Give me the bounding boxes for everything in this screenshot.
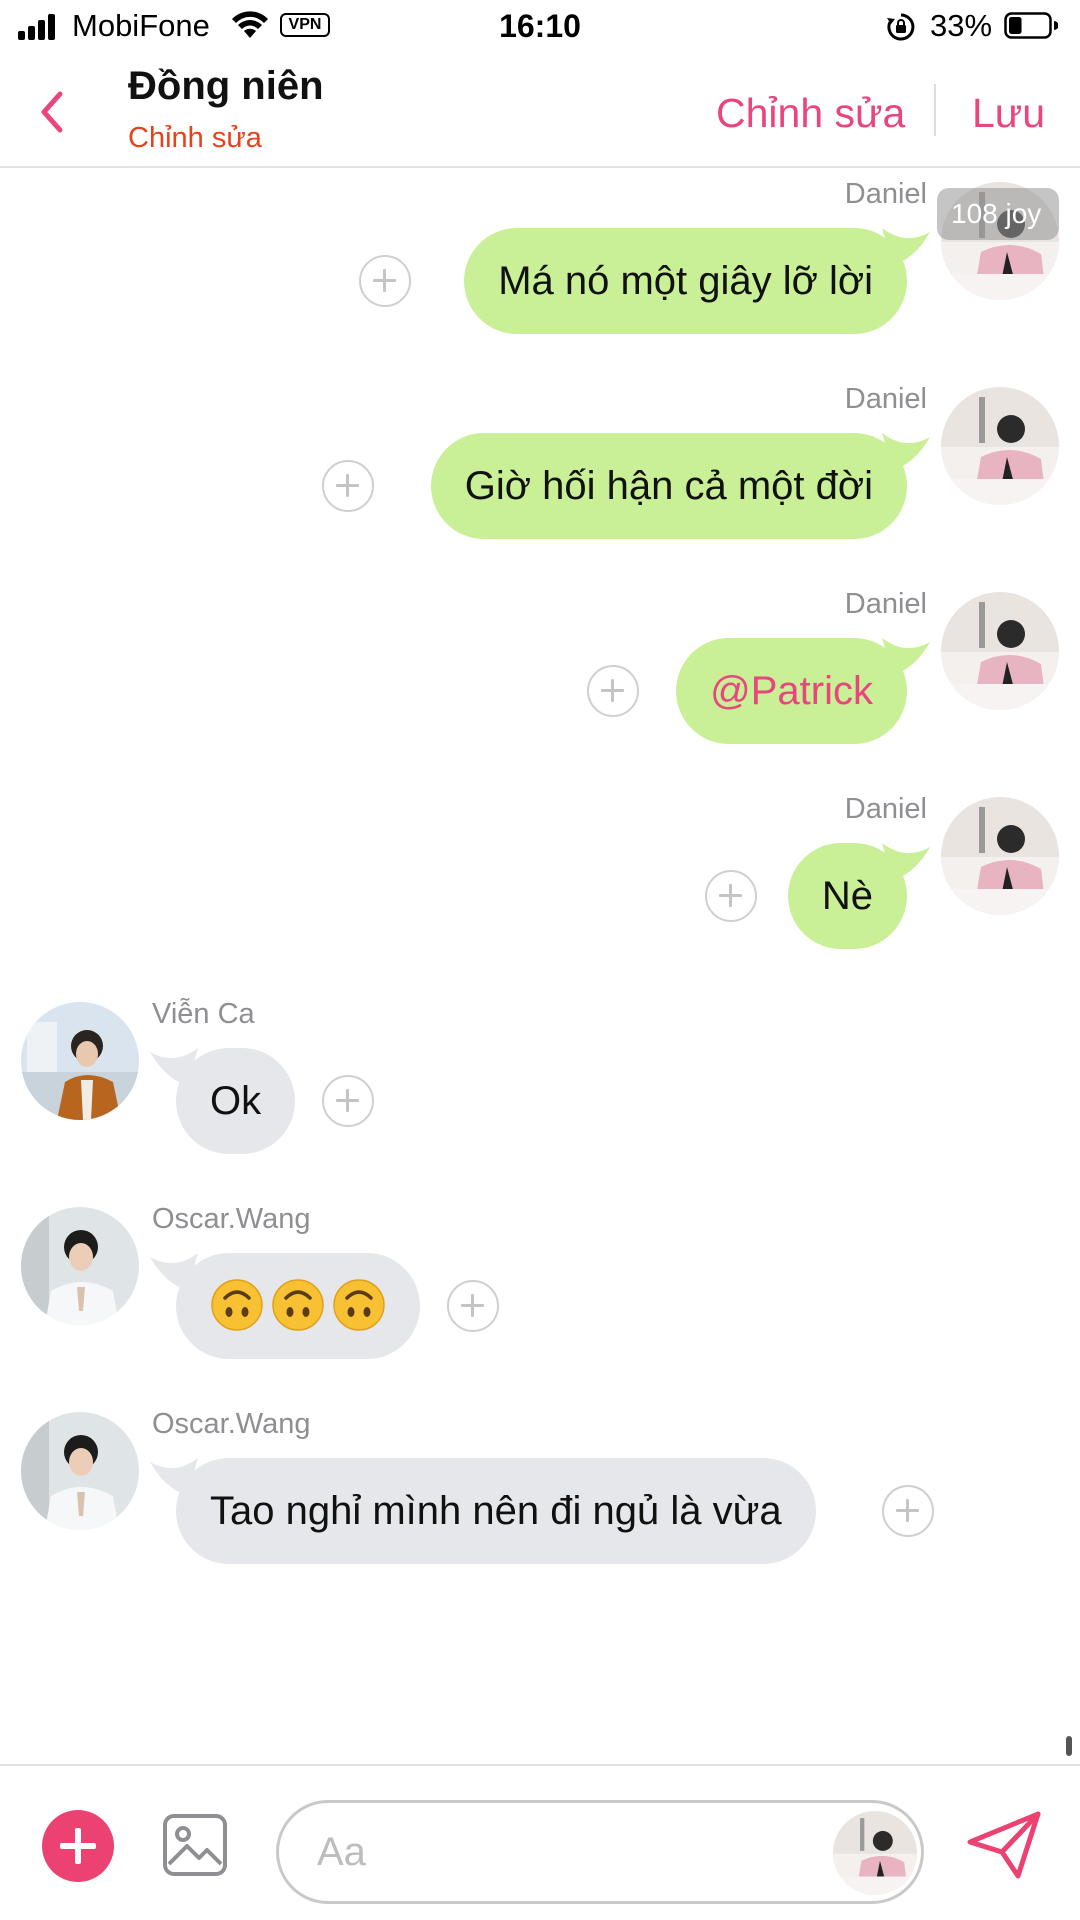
header-divider bbox=[934, 84, 936, 136]
save-button[interactable]: Lưu bbox=[972, 90, 1045, 137]
avatar[interactable] bbox=[941, 592, 1059, 710]
orientation-lock-icon bbox=[887, 13, 915, 41]
message-bubble[interactable]: Nè bbox=[787, 843, 907, 949]
upside-down-face-icon bbox=[272, 1279, 324, 1331]
avatar[interactable] bbox=[941, 387, 1059, 505]
sender-name: Daniel bbox=[844, 383, 927, 415]
add-reaction-button[interactable] bbox=[705, 870, 757, 922]
add-reaction-button[interactable] bbox=[587, 665, 639, 717]
message-input[interactable]: Aa bbox=[276, 1800, 924, 1904]
add-reaction-button[interactable] bbox=[322, 460, 374, 512]
sender-name: Oscar.Wang bbox=[152, 1408, 311, 1440]
input-placeholder: Aa bbox=[317, 1830, 366, 1874]
battery-icon bbox=[1004, 12, 1058, 39]
edit-button[interactable]: Chỉnh sửa bbox=[716, 90, 905, 137]
sender-name: Daniel bbox=[844, 793, 927, 825]
message-row: Daniel Giờ hối hận cả một đời bbox=[0, 383, 1080, 583]
send-icon[interactable] bbox=[966, 1810, 1042, 1880]
status-bar: MobiFone VPN 16:10 33% bbox=[0, 0, 1080, 56]
message-bubble[interactable]: @Patrick bbox=[676, 638, 907, 744]
message-bubble[interactable]: Má nó một giây lỡ lời bbox=[464, 228, 907, 334]
avatar[interactable] bbox=[21, 1412, 139, 1530]
image-picker-icon[interactable] bbox=[161, 1812, 229, 1878]
upside-down-face-icon bbox=[211, 1279, 263, 1331]
chat-header: Đồng niên Chỉnh sửa Chỉnh sửa Lưu bbox=[0, 60, 1080, 168]
sender-name: Oscar.Wang bbox=[152, 1203, 311, 1235]
add-reaction-button[interactable] bbox=[447, 1280, 499, 1332]
message-row: Daniel Nè bbox=[0, 793, 1080, 993]
avatar[interactable] bbox=[21, 1207, 139, 1325]
message-bubble[interactable]: Giờ hối hận cả một đời bbox=[430, 433, 907, 539]
message-row: Daniel Má nó một giây lỡ lời bbox=[0, 178, 1080, 378]
reaction-badge[interactable]: 108 joy bbox=[937, 188, 1059, 240]
add-reaction-button[interactable] bbox=[882, 1485, 934, 1537]
battery-percent: 33% bbox=[930, 8, 993, 43]
sender-name: Daniel bbox=[844, 588, 927, 620]
mention-link[interactable]: @Patrick bbox=[710, 669, 873, 713]
avatar[interactable] bbox=[941, 797, 1059, 915]
sender-name: Viễn Ca bbox=[152, 998, 255, 1030]
message-row: Oscar.Wang Tao nghỉ mình nên đi ngủ là v… bbox=[0, 1408, 1080, 1608]
back-chevron-icon[interactable] bbox=[30, 84, 80, 140]
upside-down-face-icon bbox=[333, 1279, 385, 1331]
sender-avatar[interactable] bbox=[833, 1811, 917, 1895]
add-reaction-button[interactable] bbox=[322, 1075, 374, 1127]
chat-subtitle: Chỉnh sửa bbox=[128, 122, 262, 154]
sender-name: Daniel bbox=[844, 178, 927, 210]
avatar[interactable] bbox=[21, 1002, 139, 1120]
message-row: Viễn Ca Ok bbox=[0, 998, 1080, 1198]
message-row: Oscar.Wang bbox=[0, 1203, 1080, 1403]
composer-bar: Aa bbox=[0, 1764, 1080, 1920]
add-reaction-button[interactable] bbox=[359, 255, 411, 307]
message-bubble[interactable]: Ok bbox=[176, 1048, 296, 1154]
scrollbar[interactable] bbox=[1066, 1736, 1072, 1756]
add-attachment-button[interactable] bbox=[42, 1810, 114, 1882]
message-bubble[interactable] bbox=[176, 1253, 420, 1359]
message-bubble[interactable]: Tao nghỉ mình nên đi ngủ là vừa bbox=[176, 1458, 816, 1564]
chat-title: Đồng niên bbox=[128, 64, 324, 108]
message-row: Daniel @Patrick bbox=[0, 588, 1080, 788]
clock: 16:10 bbox=[499, 8, 581, 44]
chat-screen: MobiFone VPN 16:10 33% Đồng niên Chỉnh s… bbox=[0, 0, 1080, 1920]
